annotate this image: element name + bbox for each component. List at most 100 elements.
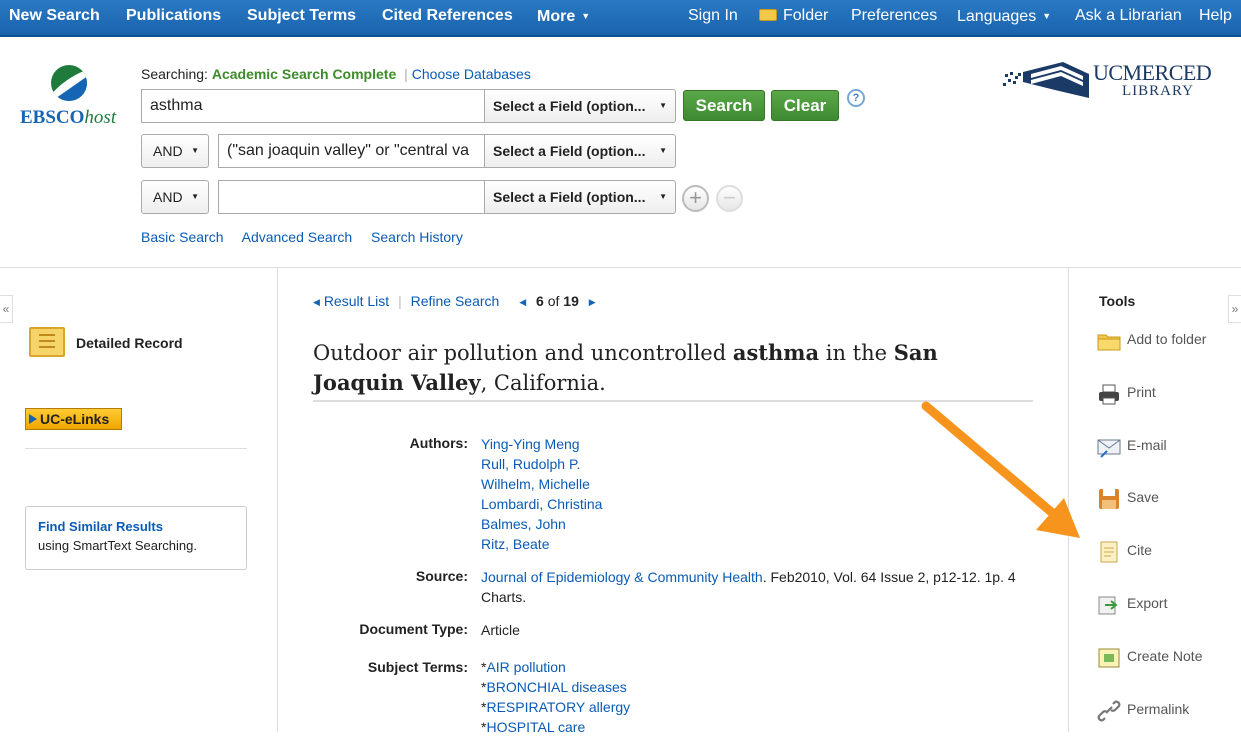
record-position: 6 <box>536 293 544 309</box>
nav-ask-librarian[interactable]: Ask a Librarian <box>1075 0 1182 34</box>
tool-label: Permalink <box>1127 701 1190 717</box>
tool-label: Save <box>1127 489 1159 505</box>
source-label: Source: <box>415 568 468 584</box>
field-select-3[interactable]: Select a Field (option... ▼ <box>484 180 676 214</box>
folder-icon <box>1097 334 1121 351</box>
tool-label: Print <box>1127 384 1156 400</box>
divider <box>25 448 247 449</box>
nav-languages-menu[interactable]: Languages ▼ <box>957 0 1051 34</box>
nav-subject-terms[interactable]: Subject Terms <box>247 0 356 34</box>
nav-folder[interactable]: Folder <box>759 0 828 34</box>
field-select-1[interactable]: Select a Field (option... ▼ <box>484 89 676 123</box>
search-header: EBSCOhost Searching: Academic Search Com… <box>0 39 1241 268</box>
chevron-left-icon: ◀ <box>313 297 320 307</box>
subject-term-link[interactable]: AIR pollution <box>486 659 565 675</box>
author-link[interactable]: Ying-Ying Meng <box>481 434 602 454</box>
boolean-label: AND <box>153 189 183 205</box>
document-type-value: Article <box>481 622 520 638</box>
result-list-link[interactable]: Result List <box>324 293 389 309</box>
subject-term-link[interactable]: BRONCHIAL diseases <box>486 679 626 695</box>
collapse-left-panel-button[interactable]: « <box>0 295 13 323</box>
choose-databases-link[interactable]: Choose Databases <box>412 66 531 82</box>
tool-label: Create Note <box>1127 648 1203 664</box>
subject-term-link[interactable]: HOSPITAL care <box>486 719 585 735</box>
left-sidebar: « Detailed Record UC-eLinks Find Similar… <box>0 268 278 732</box>
searching-label: Searching: <box>141 66 208 82</box>
tool-label: E-mail <box>1127 437 1167 453</box>
author-link[interactable]: Balmes, John <box>481 514 602 534</box>
tool-label: Cite <box>1127 542 1152 558</box>
nav-new-search[interactable]: New Search <box>9 0 100 34</box>
link-icon <box>1097 700 1121 722</box>
chevron-down-icon: ▼ <box>659 146 667 155</box>
collapse-right-panel-button[interactable]: » <box>1228 295 1241 323</box>
search-history-link[interactable]: Search History <box>371 229 463 245</box>
field-select-label: Select a Field (option... <box>493 143 646 159</box>
remove-row-minus-icon[interactable]: − <box>716 185 743 212</box>
uc-elinks-button[interactable]: UC-eLinks <box>25 408 122 430</box>
nav-publications[interactable]: Publications <box>126 0 221 34</box>
next-record-icon[interactable]: ▶ <box>589 297 596 307</box>
divider <box>313 400 1033 402</box>
record-of-label: of <box>547 293 560 309</box>
chevron-down-icon: ▼ <box>1042 11 1052 21</box>
tools-sidebar: » Tools Add to folder Print E-mail Save … <box>1068 268 1241 732</box>
advanced-search-link[interactable]: Advanced Search <box>242 229 353 245</box>
search-term-input-2[interactable]: ("san joaquin valley" or "central va <box>218 134 484 168</box>
cite-icon <box>1100 541 1118 563</box>
subject-term: *AIR pollution <box>481 659 566 675</box>
divider: | <box>398 293 402 309</box>
ebscohost-wordmark: EBSCOhost <box>20 107 117 128</box>
find-similar-subtitle: using SmartText Searching. <box>38 538 197 553</box>
boolean-select-2[interactable]: AND ▼ <box>141 134 209 168</box>
clear-button[interactable]: Clear <box>771 90 839 121</box>
nav-cited-references[interactable]: Cited References <box>382 0 513 34</box>
subject-term-link[interactable]: RESPIRATORY allergy <box>486 699 630 715</box>
chevron-down-icon: ▼ <box>659 192 667 201</box>
refine-search-link[interactable]: Refine Search <box>411 293 500 309</box>
detailed-record-label: Detailed Record <box>76 335 183 351</box>
printer-icon <box>1099 384 1119 405</box>
author-link[interactable]: Lombardi, Christina <box>481 494 602 514</box>
export-icon <box>1098 596 1118 615</box>
document-type-label: Document Type: <box>359 621 468 637</box>
record-title: Outdoor air pollution and uncontrolled a… <box>313 340 938 395</box>
authors-list: Ying-Ying Meng Rull, Rudolph P. Wilhelm,… <box>481 434 602 554</box>
author-link[interactable]: Ritz, Beate <box>481 534 602 554</box>
email-icon <box>1097 439 1121 458</box>
previous-record-icon[interactable]: ◀ <box>519 297 526 307</box>
search-term-input-3[interactable] <box>218 180 484 214</box>
tool-label: Export <box>1127 595 1168 611</box>
author-link[interactable]: Wilhelm, Michelle <box>481 474 602 494</box>
ebscohost-logo[interactable]: EBSCOhost <box>18 65 128 135</box>
chevron-down-icon: ▼ <box>581 11 591 21</box>
subject-terms-label: Subject Terms: <box>367 659 468 675</box>
help-icon[interactable]: ? <box>847 89 865 107</box>
field-select-2[interactable]: Select a Field (option... ▼ <box>484 134 676 168</box>
uc-merced-building-icon <box>1003 62 1089 98</box>
search-term-input-1[interactable]: asthma <box>141 89 484 123</box>
nav-preferences[interactable]: Preferences <box>851 0 937 34</box>
chevron-down-icon: ▼ <box>191 192 199 201</box>
basic-search-link[interactable]: Basic Search <box>141 229 223 245</box>
find-similar-results-link[interactable]: Find Similar Results <box>38 519 234 534</box>
detailed-record-icon <box>29 327 65 357</box>
add-row-plus-icon[interactable]: + <box>682 185 709 212</box>
search-button[interactable]: Search <box>683 90 765 121</box>
boolean-select-3[interactable]: AND ▼ <box>141 180 209 214</box>
nav-folder-label: Folder <box>783 7 829 24</box>
subject-terms-list: *AIR pollution *BRONCHIAL diseases *RESP… <box>481 657 630 737</box>
tool-label: Add to folder <box>1127 331 1207 347</box>
field-select-label: Select a Field (option... <box>493 189 646 205</box>
source-details: . Feb2010, Vol. 64 Issue 2, p12-12. 1p. … <box>762 569 1016 585</box>
folder-icon <box>759 9 777 21</box>
subject-term: *RESPIRATORY allergy <box>481 699 631 715</box>
ebsco-globe-icon <box>51 65 87 101</box>
nav-help[interactable]: Help <box>1199 0 1232 34</box>
source-value: Journal of Epidemiology & Community Heal… <box>481 567 1016 607</box>
author-link[interactable]: Rull, Rudolph P. <box>481 454 602 474</box>
source-journal-link[interactable]: Journal of Epidemiology & Community Heal… <box>481 569 763 585</box>
nav-sign-in[interactable]: Sign In <box>688 0 738 34</box>
uc-merced-library-logo[interactable]: UCMERCED LIBRARY <box>1003 58 1223 103</box>
nav-more-menu[interactable]: More ▼ <box>537 0 590 34</box>
